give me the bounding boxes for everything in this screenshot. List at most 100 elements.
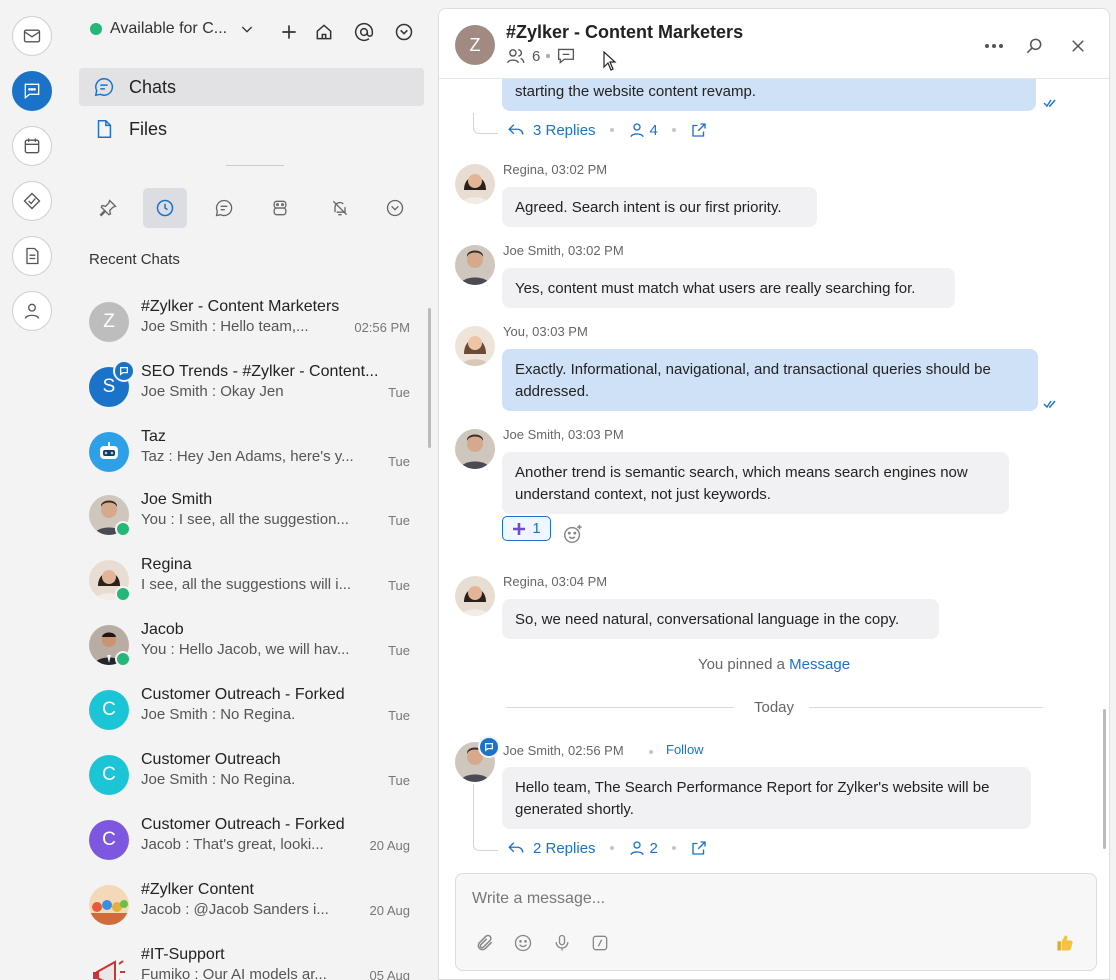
avatar-initial: C bbox=[102, 764, 116, 785]
reaction-chip[interactable]: 1 bbox=[502, 516, 551, 541]
file-icon bbox=[93, 118, 115, 140]
chat-window: starting the website content revamp. 3 R… bbox=[438, 8, 1110, 980]
threads-icon[interactable] bbox=[556, 47, 576, 65]
thumbs-up-button[interactable] bbox=[1054, 932, 1076, 954]
more-actions-button[interactable] bbox=[983, 35, 1005, 57]
filter-bots[interactable] bbox=[258, 188, 302, 228]
filter-recent[interactable] bbox=[143, 188, 187, 228]
channel-avatar[interactable]: Z bbox=[455, 25, 495, 65]
megaphone-icon bbox=[89, 950, 129, 980]
replies-link[interactable]: 3 Replies bbox=[533, 122, 596, 139]
filter-more[interactable] bbox=[373, 188, 417, 228]
message-text: Yes, content must match what users are r… bbox=[515, 280, 916, 297]
chevron-circle-icon bbox=[385, 198, 405, 218]
tasks-icon bbox=[22, 191, 42, 211]
slash-command-icon bbox=[590, 933, 610, 953]
chat-list-item[interactable]: C Customer Outreach - Forked Joe Smith :… bbox=[80, 686, 410, 750]
avatar[interactable] bbox=[455, 576, 495, 616]
person-icon bbox=[22, 301, 42, 321]
message-scrollbar[interactable] bbox=[1103, 709, 1106, 849]
calendar-icon bbox=[22, 136, 42, 156]
chat-name: Customer Outreach - Forked bbox=[141, 686, 345, 703]
chat-list-item[interactable]: Jacob You : Hello Jacob, we will hav... … bbox=[80, 621, 410, 685]
status-online-dot bbox=[90, 23, 102, 35]
channel-meta: 6 bbox=[506, 47, 576, 65]
chat-time: Tue bbox=[388, 643, 410, 658]
avatar bbox=[89, 885, 129, 925]
chat-name: #IT-Support bbox=[141, 946, 225, 963]
sidebar-scrollbar[interactable] bbox=[428, 308, 431, 448]
chat-list-item[interactable]: Regina I see, all the suggestions will i… bbox=[80, 556, 410, 620]
avatar[interactable] bbox=[455, 326, 495, 366]
message-sender: Joe Smith, 03:03 PM bbox=[503, 427, 624, 442]
message-input[interactable] bbox=[470, 884, 1074, 914]
chat-time: 20 Aug bbox=[369, 838, 411, 853]
filter-pinned[interactable] bbox=[86, 188, 130, 228]
pinned-message-link[interactable]: Message bbox=[789, 656, 850, 673]
avatar: C bbox=[89, 755, 129, 795]
message-bubble: Yes, content must match what users are r… bbox=[502, 268, 955, 308]
nav-files[interactable]: Files bbox=[79, 110, 424, 148]
participants-count[interactable]: 2 bbox=[650, 840, 658, 857]
message-bubble: Exactly. Informational, navigational, an… bbox=[502, 349, 1038, 411]
chat-list-item[interactable]: S SEO Trends - #Zylker - Content... Joe … bbox=[80, 360, 410, 427]
search-button[interactable] bbox=[1023, 35, 1045, 57]
open-thread-icon[interactable] bbox=[690, 121, 708, 139]
filter-muted[interactable] bbox=[318, 188, 362, 228]
chat-rail-button[interactable] bbox=[12, 71, 52, 111]
status-selector[interactable]: Available for C... bbox=[90, 20, 255, 38]
chat-list-item[interactable]: C Customer Outreach Joe Smith : No Regin… bbox=[80, 751, 410, 815]
nav-chats[interactable]: Chats bbox=[79, 68, 424, 106]
filter-chats[interactable] bbox=[202, 188, 246, 228]
commands-button[interactable] bbox=[589, 932, 611, 954]
nav-files-label: Files bbox=[129, 118, 168, 139]
reaction-count: 1 bbox=[532, 520, 541, 537]
more-options-button[interactable] bbox=[392, 20, 416, 44]
calendar-rail-button[interactable] bbox=[12, 126, 52, 166]
attach-button[interactable] bbox=[474, 932, 496, 954]
message-text: Agreed. Search intent is our first prior… bbox=[515, 199, 782, 216]
chat-list-item[interactable]: Joe Smith You : I see, all the suggestio… bbox=[80, 491, 410, 555]
message-sender: Regina, 03:04 PM bbox=[503, 574, 608, 589]
avatar[interactable] bbox=[455, 429, 495, 469]
chat-name: Regina bbox=[141, 556, 192, 573]
pinned-notice: You pinned a Message bbox=[439, 656, 1109, 673]
chat-list-item[interactable]: Taz Taz : Hey Jen Adams, here's y... Tue bbox=[80, 428, 410, 492]
add-reaction-icon[interactable] bbox=[562, 523, 584, 545]
channel-title[interactable]: #Zylker - Content Marketers bbox=[506, 22, 743, 43]
participants-count[interactable]: 4 bbox=[650, 122, 658, 139]
contacts-rail-button[interactable] bbox=[12, 291, 52, 331]
voice-button[interactable] bbox=[551, 932, 573, 954]
replies-link[interactable]: 2 Replies bbox=[533, 840, 596, 857]
close-button[interactable] bbox=[1067, 35, 1089, 57]
members-count[interactable]: 6 bbox=[532, 48, 540, 65]
mail-icon bbox=[22, 26, 42, 46]
thread-summary: 2 Replies 2 bbox=[507, 839, 708, 857]
follow-link[interactable]: Follow bbox=[666, 742, 704, 757]
mentions-button[interactable] bbox=[352, 20, 376, 44]
message-text: Hello team, The Search Performance Repor… bbox=[515, 779, 990, 818]
chat-header: Z #Zylker - Content Marketers 6 bbox=[439, 9, 1109, 79]
emoji-button[interactable] bbox=[512, 932, 534, 954]
chat-time: 05 Aug bbox=[369, 968, 411, 980]
chat-list-item[interactable]: C Customer Outreach - Forked Jacob : Tha… bbox=[80, 816, 411, 880]
open-thread-icon[interactable] bbox=[690, 839, 708, 857]
chat-list-item[interactable]: Z #Zylker - Content Marketers Joe Smith … bbox=[80, 298, 410, 362]
cursor-icon bbox=[603, 51, 617, 71]
chat-list-item[interactable]: #IT-Support Fumiko : Our AI models ar...… bbox=[80, 946, 411, 980]
new-chat-button[interactable] bbox=[277, 20, 301, 44]
mail-rail-button[interactable] bbox=[12, 16, 52, 56]
notes-rail-button[interactable] bbox=[12, 236, 52, 276]
chat-list-item[interactable]: #Zylker Content Jacob : @Jacob Sanders i… bbox=[80, 881, 410, 945]
message-sender: Regina, 03:02 PM bbox=[503, 162, 608, 177]
avatar[interactable] bbox=[455, 164, 495, 204]
home-button[interactable] bbox=[312, 20, 336, 44]
members-icon[interactable] bbox=[506, 47, 526, 65]
avatar[interactable] bbox=[455, 736, 500, 782]
read-ticks-icon bbox=[1043, 98, 1057, 108]
avatar[interactable] bbox=[455, 245, 495, 285]
tasks-rail-button[interactable] bbox=[12, 181, 52, 221]
recent-chats-heading: Recent Chats bbox=[89, 251, 180, 268]
thread-connector bbox=[473, 784, 498, 851]
online-indicator bbox=[115, 521, 131, 537]
